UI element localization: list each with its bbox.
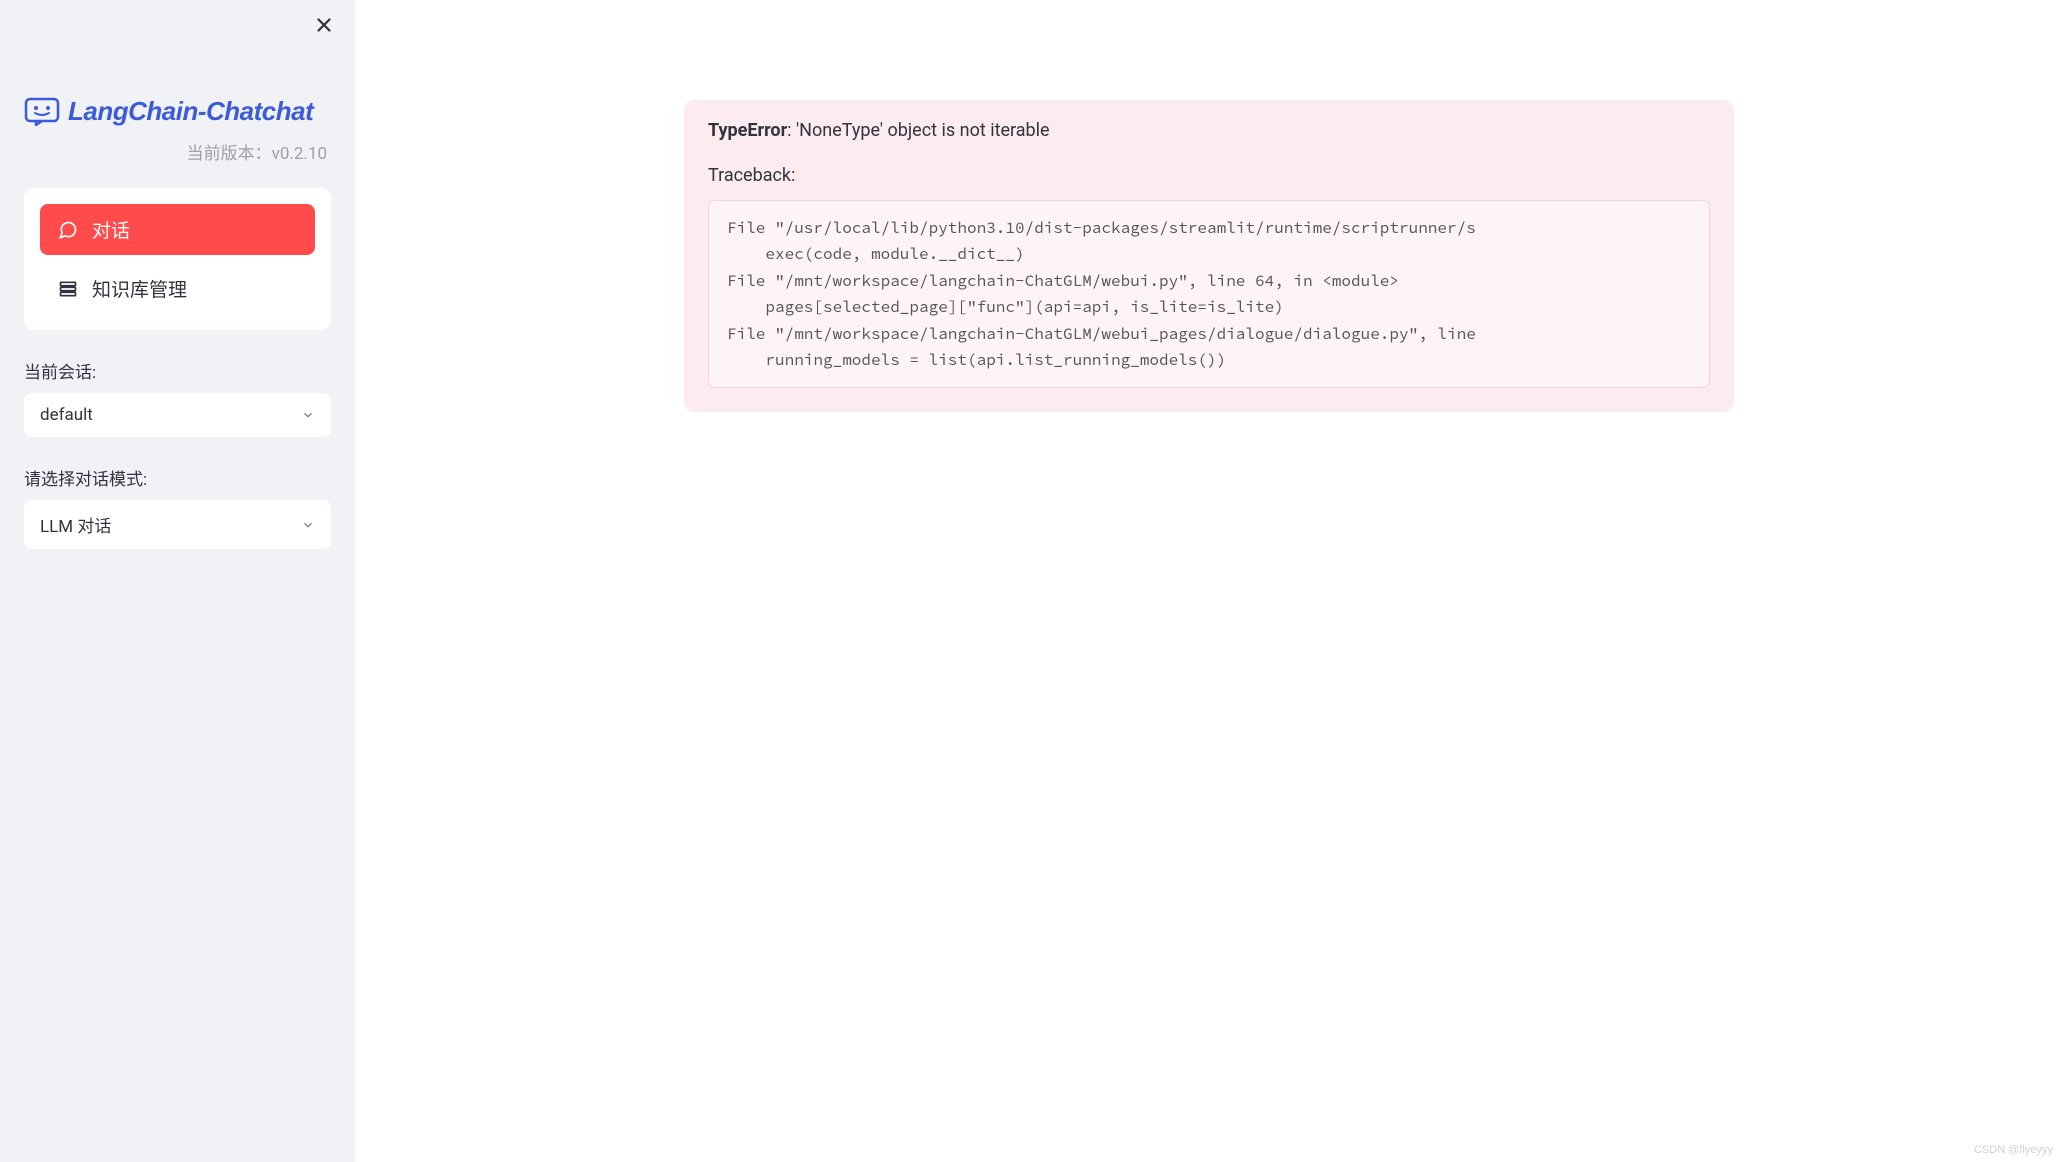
- error-alert: TypeError: 'NoneType' object is not iter…: [684, 100, 1734, 412]
- app-logo: LangChain-Chatchat: [24, 96, 331, 127]
- session-select-wrapper: default: [24, 393, 331, 437]
- chat-logo-icon: [24, 97, 60, 127]
- error-type: TypeError: [708, 120, 787, 141]
- error-message: : 'NoneType' object is not iterable: [787, 120, 1049, 141]
- mode-select[interactable]: LLM 对话: [24, 500, 331, 549]
- close-sidebar-button[interactable]: [313, 14, 335, 41]
- watermark: CSDN @flyeyyy: [1974, 1144, 2053, 1156]
- traceback-code: File "/usr/local/lib/python3.10/dist-pac…: [708, 200, 1710, 388]
- nav-menu: 对话 知识库管理: [24, 188, 331, 330]
- nav-kb-label: 知识库管理: [92, 275, 187, 302]
- close-icon: [313, 14, 335, 36]
- app-title: LangChain-Chatchat: [68, 96, 313, 127]
- chat-bubble-icon: [58, 220, 78, 240]
- session-select[interactable]: default: [24, 393, 331, 437]
- version-info: 当前版本：v0.2.10: [24, 139, 331, 164]
- sidebar: LangChain-Chatchat 当前版本：v0.2.10 对话 知识库管理…: [0, 0, 355, 1162]
- nav-item-chat[interactable]: 对话: [40, 204, 315, 255]
- nav-chat-label: 对话: [92, 216, 130, 243]
- nav-item-knowledge-base[interactable]: 知识库管理: [40, 263, 315, 314]
- error-title: TypeError: 'NoneType' object is not iter…: [708, 120, 1710, 141]
- traceback-label: Traceback:: [708, 165, 1710, 186]
- mode-select-wrapper: LLM 对话: [24, 500, 331, 549]
- database-icon: [58, 279, 78, 299]
- session-label: 当前会话:: [24, 358, 331, 383]
- main-content: TypeError: 'NoneType' object is not iter…: [355, 0, 2063, 1162]
- mode-label: 请选择对话模式:: [24, 465, 331, 490]
